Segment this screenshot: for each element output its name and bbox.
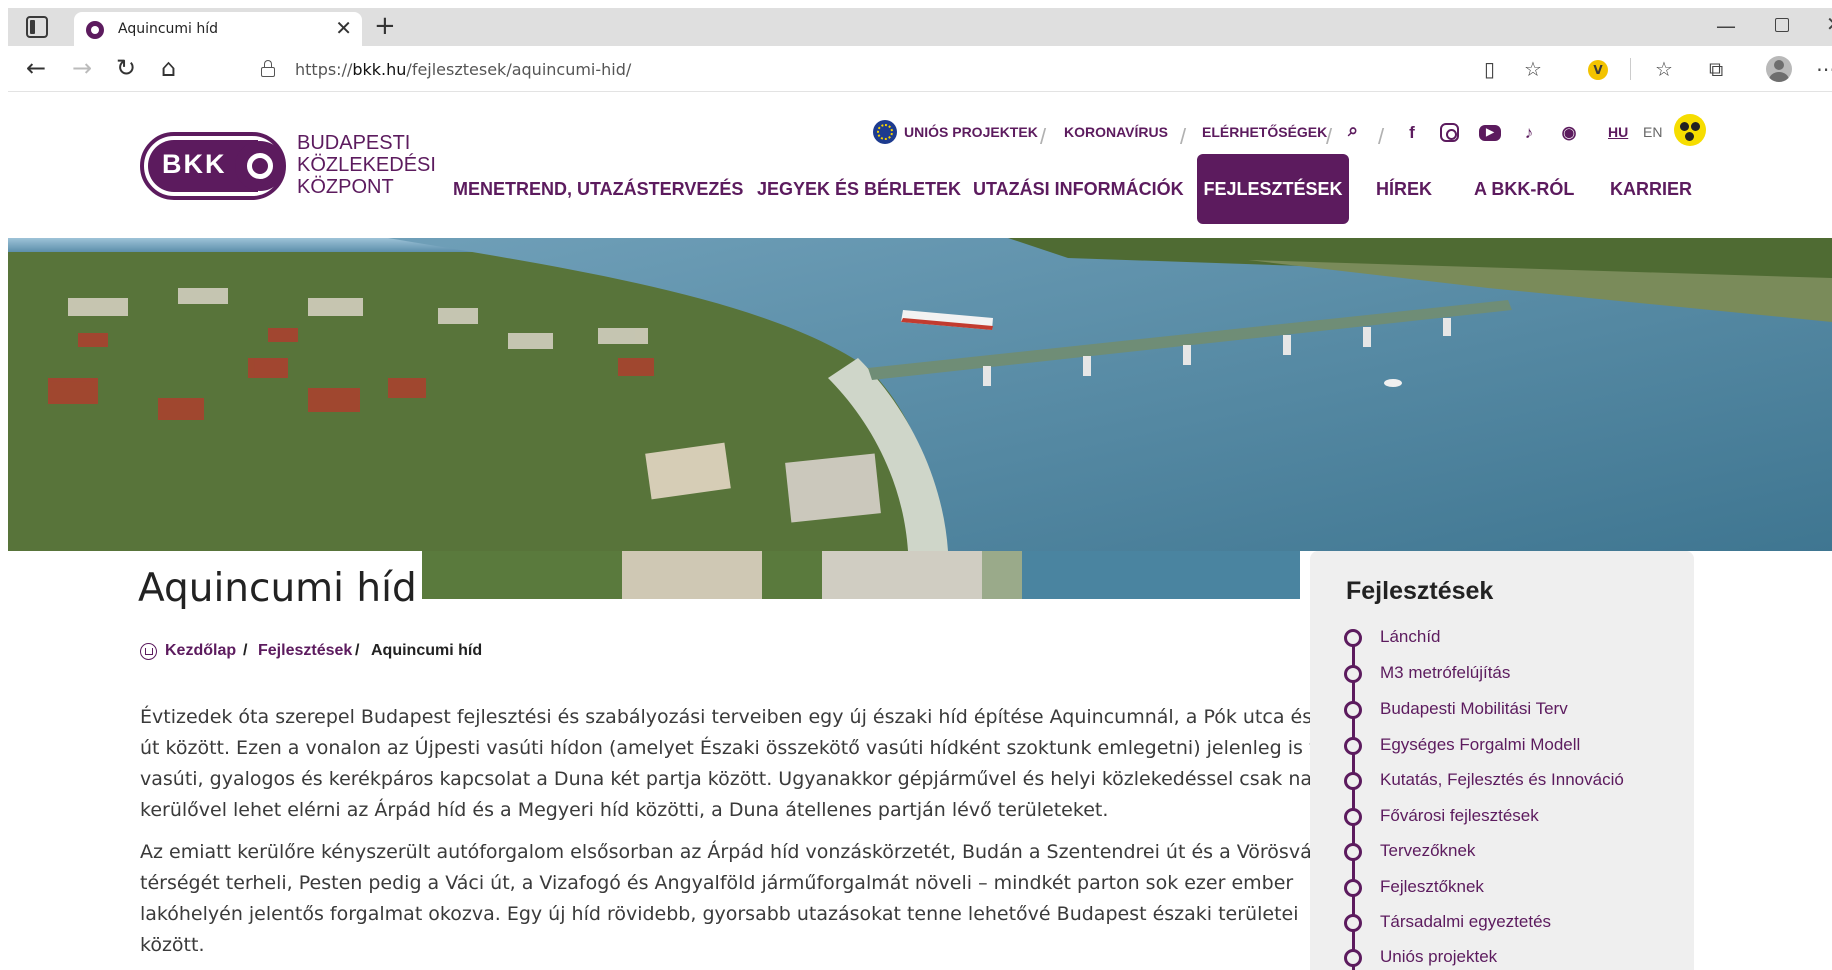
minimize-icon[interactable]: — bbox=[1716, 14, 1736, 38]
tab-title: Aquincumi híd bbox=[118, 21, 219, 37]
forward-icon[interactable]: → bbox=[72, 54, 92, 82]
home-icon[interactable]: ⌂ bbox=[161, 54, 176, 82]
separator: / bbox=[1040, 124, 1047, 149]
browser-tab[interactable]: Aquincumi híd ✕ bbox=[74, 12, 362, 46]
second-paragraph: Az emiatt kerülőre kényszerült autóforga… bbox=[140, 841, 1351, 956]
bullet-icon bbox=[1344, 879, 1362, 897]
breadcrumb-home[interactable]: Kezdőlap bbox=[165, 642, 236, 660]
separator: / bbox=[1180, 124, 1187, 149]
toolbar-divider bbox=[1630, 58, 1631, 80]
tiktok-icon[interactable]: ♪ bbox=[1518, 122, 1540, 144]
bullet-icon bbox=[1344, 914, 1362, 932]
nav-utazasi-informaciok[interactable]: UTAZÁSI INFORMÁCIÓK bbox=[973, 154, 1184, 224]
nav-hirek[interactable]: HÍREK bbox=[1376, 154, 1432, 224]
bullet-icon bbox=[1344, 701, 1362, 719]
page-title: Aquincumi híd bbox=[138, 566, 417, 611]
reader-view-icon[interactable]: ▯ bbox=[1484, 59, 1495, 79]
separator: / bbox=[1326, 124, 1333, 149]
breadcrumb-section[interactable]: Fejlesztések bbox=[258, 642, 352, 660]
breadcrumb-separator: / bbox=[355, 642, 360, 659]
facebook-icon[interactable]: f bbox=[1401, 122, 1423, 144]
breadcrumb-current: Aquincumi híd bbox=[371, 642, 483, 659]
lock-icon[interactable] bbox=[261, 60, 275, 77]
sidebar-fejlesztesek: Fejlesztések Lánchíd M3 metrófelújítás B… bbox=[1310, 551, 1694, 970]
hero-aerial-photo bbox=[8, 238, 1832, 551]
accessibility-icon[interactable] bbox=[1674, 114, 1706, 146]
link-elerhetosegek[interactable]: ELÉRHETŐSÉGEK bbox=[1202, 124, 1327, 140]
window-close-icon[interactable]: ✕ bbox=[1826, 12, 1832, 36]
page: Aquincumi híd ✕ + — ✕ ← → ↻ ⌂ https://bk… bbox=[0, 0, 1832, 970]
bullet-icon bbox=[1344, 949, 1362, 967]
favorites-icon[interactable]: ☆ bbox=[1655, 59, 1673, 79]
profile-avatar[interactable] bbox=[1766, 56, 1792, 82]
youtube-icon[interactable]: ▶ bbox=[1479, 125, 1501, 141]
hero-image bbox=[8, 238, 1832, 551]
nav-jegyek[interactable]: JEGYEK ÉS BÉRLETEK bbox=[757, 154, 961, 224]
hero-image-extension bbox=[422, 551, 1300, 599]
search-icon[interactable]: ⌕ bbox=[1348, 120, 1358, 141]
nav-a-bkk-rol[interactable]: A BKK-RÓL bbox=[1474, 154, 1574, 224]
tab-actions-icon[interactable] bbox=[26, 16, 48, 38]
refresh-icon[interactable]: ↻ bbox=[116, 54, 136, 82]
close-tab-icon[interactable]: ✕ bbox=[335, 17, 352, 39]
link-koronavirus[interactable]: KORONAVÍRUS bbox=[1064, 124, 1168, 140]
add-favorite-icon[interactable]: ☆ bbox=[1524, 59, 1542, 79]
lang-hu[interactable]: HU bbox=[1608, 124, 1628, 140]
eu-flag-icon bbox=[873, 120, 897, 144]
collections-icon[interactable]: ⧉ bbox=[1709, 59, 1723, 79]
lang-en[interactable]: EN bbox=[1643, 124, 1662, 140]
separator: / bbox=[1378, 124, 1385, 149]
bullet-icon bbox=[1344, 629, 1362, 647]
bullet-icon bbox=[1344, 808, 1362, 826]
extension-icon[interactable]: V bbox=[1588, 60, 1608, 80]
nav-fejlesztesek[interactable]: FEJLESZTÉSEK bbox=[1197, 154, 1349, 224]
sidebar-title: Fejlesztések bbox=[1346, 577, 1494, 605]
podcast-icon[interactable]: ◉ bbox=[1558, 122, 1580, 144]
link-unios-projektek[interactable]: UNIÓS PROJEKTEK bbox=[904, 124, 1038, 140]
maximize-icon[interactable] bbox=[1775, 18, 1789, 32]
address-bar[interactable]: https://bkk.hu/fejlesztesek/aquincumi-hi… bbox=[233, 51, 1563, 87]
more-menu-icon[interactable]: ⋯ bbox=[1816, 59, 1832, 79]
main-nav: MENETREND, UTAZÁSTERVEZÉS JEGYEK ÉS BÉRL… bbox=[0, 154, 1832, 224]
bullet-icon bbox=[1344, 737, 1362, 755]
bullet-icon bbox=[1344, 665, 1362, 683]
url-text[interactable]: https://bkk.hu/fejlesztesek/aquincumi-hi… bbox=[295, 60, 631, 79]
home-breadcrumb-icon[interactable] bbox=[140, 643, 157, 660]
instagram-icon[interactable] bbox=[1440, 123, 1459, 142]
browser-titlebar: Aquincumi híd ✕ + — ✕ bbox=[8, 8, 1832, 46]
new-tab-icon[interactable]: + bbox=[374, 12, 396, 40]
bullet-icon bbox=[1344, 843, 1362, 861]
browser-toolbar: ← → ↻ ⌂ https://bkk.hu/fejlesztesek/aqui… bbox=[8, 46, 1832, 92]
breadcrumb-separator: / bbox=[243, 642, 248, 659]
nav-karrier[interactable]: KARRIER bbox=[1610, 154, 1692, 224]
bullet-icon bbox=[1344, 772, 1362, 790]
intro-paragraph: Évtizedek óta szerepel Budapest fejleszt… bbox=[140, 706, 1375, 821]
bkk-favicon-icon bbox=[86, 21, 104, 39]
nav-menetrend[interactable]: MENETREND, UTAZÁSTERVEZÉS bbox=[453, 154, 743, 224]
back-icon[interactable]: ← bbox=[26, 54, 46, 82]
